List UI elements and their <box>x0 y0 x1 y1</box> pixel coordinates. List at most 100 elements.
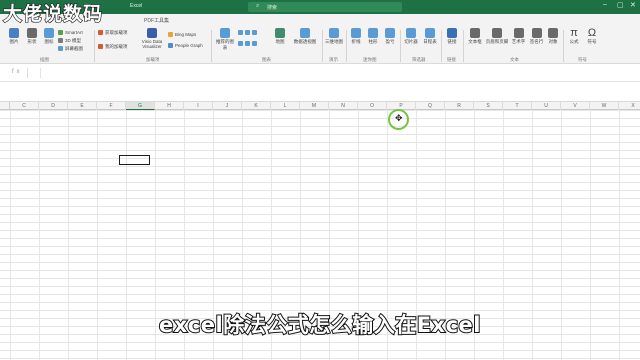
maps-button[interactable]: 地图 <box>272 28 288 45</box>
sparkline-line-button[interactable]: 折线 <box>349 28 363 45</box>
timeline-icon <box>425 28 435 38</box>
get-addins-button[interactable]: 获取加载项 <box>98 30 128 36</box>
tab-pdf-tools[interactable]: PDF工具集 <box>144 17 169 24</box>
smartart-button[interactable]: SmartArt <box>58 30 83 36</box>
restore-icon[interactable]: ▢ <box>617 1 624 9</box>
column-header-f[interactable]: F <box>97 102 126 110</box>
formula-input[interactable] <box>40 68 640 78</box>
column-header-m[interactable]: M <box>300 102 329 110</box>
insert-function-icon[interactable]: fx <box>12 69 23 75</box>
bar-chart-icon <box>238 41 243 47</box>
line-chart-icon <box>245 30 250 36</box>
pictures-button[interactable]: 图片 <box>6 28 22 45</box>
chart-types-row-2[interactable] <box>238 41 259 47</box>
symbol-button[interactable]: Ω 符号 <box>584 28 600 45</box>
column-header-s[interactable]: S <box>474 102 503 110</box>
timeline-button[interactable]: 日程表 <box>421 28 439 45</box>
column-header-i[interactable]: I <box>184 102 213 110</box>
group-text: 文本 <box>510 57 519 62</box>
smartart-icon <box>58 30 63 36</box>
wordart-icon <box>513 28 524 38</box>
my-addins-button[interactable]: 我的加载项 <box>98 44 128 50</box>
3d-models-button[interactable]: 3D 模型 <box>58 38 81 44</box>
column-header-o[interactable]: O <box>358 102 387 110</box>
sparkline-line-icon <box>351 28 361 38</box>
column-header-x[interactable]: X <box>619 102 640 110</box>
map-icon <box>275 28 285 38</box>
column-header-g[interactable]: G <box>126 102 155 110</box>
video-caption: excel除法公式怎么输入在Excel <box>158 312 481 338</box>
header-footer-icon <box>492 28 502 38</box>
scatter-chart-icon <box>245 41 250 47</box>
search-icon: ⌕ <box>256 3 260 9</box>
pivot-chart-icon <box>300 28 310 38</box>
sparkline-column-button[interactable]: 柱形 <box>366 28 380 45</box>
group-addins: 加载项 <box>146 57 160 62</box>
visio-data-visualizer-button[interactable]: Visio Data Visualizer <box>138 28 166 49</box>
close-icon[interactable]: ✕ <box>630 1 636 9</box>
column-header-e[interactable]: E <box>68 102 97 110</box>
select-all-corner[interactable] <box>0 102 10 110</box>
cursor-highlight: ✥ <box>388 109 409 130</box>
group-symbols: 符号 <box>578 57 587 62</box>
bing-maps-button[interactable]: Bing Maps <box>168 32 196 38</box>
slicer-button[interactable]: 切片器 <box>403 28 419 45</box>
link-button[interactable]: 链接 <box>444 28 460 45</box>
icons-button[interactable]: 图标 <box>42 28 56 45</box>
group-charts: 图表 <box>262 57 271 62</box>
column-header-l[interactable]: L <box>271 102 300 110</box>
equation-button[interactable]: π 公式 <box>566 28 582 45</box>
shapes-button[interactable]: 形状 <box>24 28 40 45</box>
column-header-h[interactable]: H <box>155 102 184 110</box>
group-tours: 演示 <box>329 57 338 62</box>
shapes-icon <box>27 28 37 38</box>
column-header-v[interactable]: V <box>561 102 590 110</box>
column-header-n[interactable]: N <box>329 102 358 110</box>
divider <box>346 30 347 62</box>
column-header-d[interactable]: D <box>39 102 68 110</box>
text-box-icon <box>470 28 480 38</box>
column-header-c[interactable]: C <box>10 102 39 110</box>
wordart-button[interactable]: 艺术字 <box>510 28 527 45</box>
search-box[interactable]: ⌕ 搜索 <box>248 2 402 12</box>
3d-map-button[interactable]: 三维地图 <box>325 28 343 45</box>
bing-maps-icon <box>168 32 173 38</box>
visio-icon <box>147 28 157 38</box>
people-graph-button[interactable]: People Graph <box>168 43 203 49</box>
object-button[interactable]: 对象 <box>546 28 560 45</box>
group-illustrations: 插图 <box>40 57 49 62</box>
column-header-q[interactable]: Q <box>416 102 445 110</box>
watermark: 大佬说数码 <box>2 2 104 25</box>
picture-icon <box>9 28 19 38</box>
recommended-charts-button[interactable]: 推荐的图表 <box>214 28 236 51</box>
link-icon <box>447 28 457 38</box>
column-header-r[interactable]: R <box>445 102 474 110</box>
column-header-bar: CDEFGHIJKLMNOPQRSTUVWX <box>0 101 640 110</box>
header-footer-button[interactable]: 页眉和页脚 <box>485 28 509 45</box>
column-header-k[interactable]: K <box>242 102 271 110</box>
sparkline-winloss-button[interactable]: 盈亏 <box>383 28 397 45</box>
signature-line-button[interactable]: 签名行 <box>528 28 545 45</box>
sparkline-winloss-icon <box>385 28 395 38</box>
omega-icon: Ω <box>587 27 597 39</box>
divider <box>563 30 564 62</box>
active-cell[interactable] <box>119 155 150 165</box>
minimize-icon[interactable]: – <box>603 1 607 8</box>
group-links: 链接 <box>447 57 456 62</box>
addins-icon <box>98 44 103 50</box>
formula-bar: fx <box>0 64 640 82</box>
text-box-button[interactable]: 文本框 <box>466 28 484 45</box>
divider <box>211 30 212 62</box>
column-header-t[interactable]: T <box>503 102 532 110</box>
column-header-u[interactable]: U <box>532 102 561 110</box>
chart-types-row[interactable] <box>238 30 259 36</box>
signature-icon <box>531 28 542 38</box>
column-header-j[interactable]: J <box>213 102 242 110</box>
pie-chart-icon <box>252 30 257 36</box>
pivot-chart-button[interactable]: 数据透视图 <box>290 28 320 45</box>
screenshot-button[interactable]: 屏幕截图 <box>58 46 83 52</box>
slicer-icon <box>406 28 416 38</box>
divider <box>463 30 464 62</box>
column-header-w[interactable]: W <box>590 102 619 110</box>
screenshot-icon <box>58 46 63 52</box>
